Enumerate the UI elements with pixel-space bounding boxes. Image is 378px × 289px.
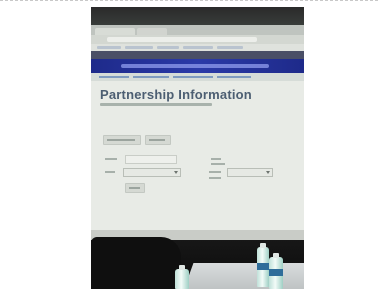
bottle-cap [273,253,279,258]
chevron-down-icon [174,171,178,174]
bookmark-item[interactable] [125,46,153,49]
breadcrumb-link[interactable] [173,76,213,78]
bookmark-item[interactable] [97,46,121,49]
bottle-cap [179,265,185,270]
bottle-label [269,269,283,276]
breadcrumb-link[interactable] [217,76,251,78]
page-subtitle-unreadable [100,103,212,106]
projected-screen: Partnership Information [91,25,304,230]
browser-address-bar [91,35,304,44]
breadcrumb-link[interactable] [133,76,169,78]
bookmark-item[interactable] [183,46,213,49]
browser-tab[interactable] [137,28,167,35]
top-border-dashes [0,0,378,7]
table [184,263,304,289]
page-title: Partnership Information [100,87,252,102]
form-label [105,171,115,173]
breadcrumb [91,73,304,81]
form-button[interactable] [103,135,141,145]
chevron-down-icon [266,171,270,174]
form-label [209,171,221,173]
form-label [105,158,117,160]
water-bottle [269,253,283,289]
text-input[interactable] [125,155,177,164]
select-dropdown[interactable] [123,168,181,177]
bottle-label [257,263,269,270]
bookmarks-bar [91,44,304,51]
photo: Partnership Information [91,7,304,289]
browser-tab-strip [91,25,304,35]
water-bottle [257,243,269,287]
banner-text-unreadable [121,64,269,68]
site-top-strip [91,51,304,59]
browser-tab[interactable] [95,28,135,35]
submit-button[interactable] [125,183,145,193]
form-label [211,158,221,160]
bookmark-item[interactable] [217,46,243,49]
chair [91,237,181,289]
select-dropdown[interactable] [227,168,273,177]
bottle-cap [260,243,266,248]
water-bottle [175,265,189,289]
projector-top-edge [91,7,304,27]
site-banner [91,59,304,73]
form-button[interactable] [145,135,171,145]
form-label [211,163,225,165]
form-label [209,177,221,179]
bookmark-item[interactable] [157,46,179,49]
url-field[interactable] [107,37,257,42]
breadcrumb-link[interactable] [99,76,129,78]
